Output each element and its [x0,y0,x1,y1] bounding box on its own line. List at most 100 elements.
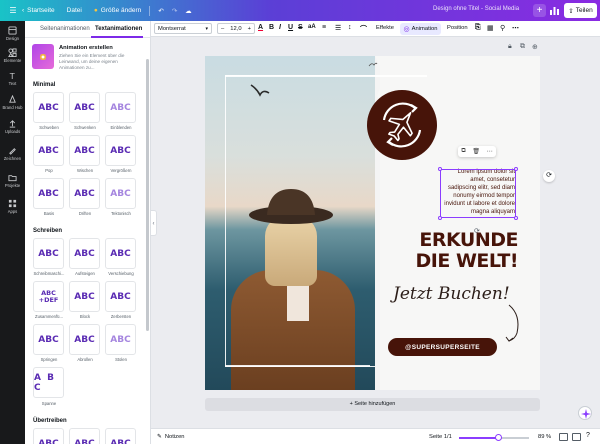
duplicate-page-icon[interactable]: ⧉ [520,43,525,51]
file-menu[interactable]: Datei [67,7,82,14]
resize-button[interactable]: ● Größe ändern [94,7,141,14]
rail-label: Projekte [4,183,21,188]
anim-tile[interactable]: ABC [33,135,64,166]
cloud-save-button[interactable]: ☁ [185,7,192,15]
case-button[interactable]: aA [308,24,316,30]
anim-tile[interactable]: ABC [33,178,64,209]
strikethrough-button[interactable]: S [298,24,303,31]
plus-icon[interactable]: + [248,26,251,32]
rail-item-brand[interactable]: Brand Hub [0,95,25,110]
notes-button[interactable]: ✎ Notizen [157,434,185,440]
zoom-slider[interactable] [459,434,529,441]
collapse-panel-button[interactable]: ‹ [151,210,157,236]
document-title[interactable]: Design ohne Titel - Social Media [433,6,519,12]
anim-tile[interactable]: ABC [33,324,64,355]
zoom-knob[interactable] [494,434,502,441]
trash-icon[interactable]: 🗑︎ [472,148,480,155]
font-size-stepper[interactable]: – 12,0 + [217,23,255,34]
add-page-button[interactable]: + Seite hinzufügen [205,398,540,411]
spacing-icon[interactable]: ↕ [348,24,352,31]
list-icon[interactable]: ☰ [335,24,341,32]
rail-item-apps[interactable]: Apps [0,199,25,214]
more-icon[interactable]: ⋯ [512,24,519,32]
anim-tile[interactable]: ABC [33,92,64,123]
tab-page-animations[interactable]: Seitenanimationen [40,26,90,32]
tile-label: Zerbersten [110,314,132,319]
transparency-icon[interactable]: ▦ [487,24,494,32]
add-page-icon[interactable]: ⊕ [532,43,538,51]
refresh-icon[interactable]: ⟳ [543,170,555,182]
add-collaborator-button[interactable]: + [533,4,546,17]
menu-button[interactable]: ☰ [8,6,18,16]
anim-tile[interactable]: ABC [105,178,136,209]
handle-pill[interactable]: @SUPERSUPERSEITE [388,338,497,356]
notes-label: Notizen [164,434,185,440]
rail-item-elements[interactable]: Elemente [0,48,25,63]
analytics-button[interactable] [549,4,560,17]
font-select[interactable]: Montserrat ▾ [154,23,212,34]
magic-assistant-icon[interactable] [578,406,592,420]
more-icon[interactable]: ⋯ [487,148,493,155]
create-animation-card[interactable]: Animation erstellen Ziehen Sie ein Eleme… [32,44,144,72]
copy-style-icon[interactable]: ⎘ [475,24,481,32]
rail-item-draw[interactable]: Zeichnen [0,146,25,161]
anim-tile[interactable]: ABC [69,178,100,209]
anim-tile[interactable]: ABC [105,238,136,269]
anim-tile[interactable]: ABC [105,135,136,166]
lock-icon[interactable]: 🔒︎ [508,43,512,51]
anim-tile[interactable]: ABC [69,238,100,269]
align-icon[interactable]: ≡ [322,24,326,31]
anim-tile[interactable]: ABC [69,428,100,444]
underline-button[interactable]: U [288,24,293,31]
resize-handle[interactable] [514,167,518,171]
rail-item-design[interactable]: Design [0,26,25,41]
airplane-badge[interactable] [367,90,437,160]
panel-scrollbar[interactable] [146,59,149,331]
script-text[interactable]: Jetzt Buchen! [393,284,513,304]
anim-tile[interactable]: ABC [33,238,64,269]
animation-button[interactable]: ◎ Animation [400,23,441,35]
fullscreen-icon[interactable] [572,433,581,441]
curve-text-icon[interactable]: ⌒ [360,24,367,34]
tile-text: ABC [38,248,59,259]
resize-handle[interactable] [438,216,442,220]
anim-tile[interactable]: ABC [69,281,100,312]
position-button[interactable]: Position [447,25,468,31]
italic-button[interactable]: I [279,24,281,31]
tab-text-animations[interactable]: Textanimationen [95,26,142,32]
anim-tile[interactable]: ABC [105,92,136,123]
divider [149,5,151,16]
redo-button[interactable]: ↷ [172,7,177,15]
resize-handle[interactable] [514,216,518,220]
share-button[interactable]: ⇪ Teilen [564,3,597,18]
anim-tile[interactable]: A B C [33,367,64,398]
rail-item-projects[interactable]: Projekte [0,173,25,188]
anim-tile[interactable]: ABC [105,324,136,355]
anim-tile[interactable]: ABC [69,135,100,166]
grid-view-icon[interactable] [559,433,568,441]
text-color-button[interactable]: A [258,24,263,31]
zoom-value[interactable]: 89 % [538,434,551,440]
tile-label: Block [79,314,91,319]
bold-button[interactable]: B [269,24,274,31]
anim-tile[interactable]: ABC [69,324,100,355]
duplicate-icon[interactable]: ⧉ [461,148,465,155]
anim-tile[interactable]: ABC +DEF [33,281,64,312]
anim-tile[interactable]: ABC [69,92,100,123]
resize-handle[interactable] [438,167,442,171]
effects-button[interactable]: Effekte [376,25,394,31]
undo-button[interactable]: ↶ [158,7,163,15]
anim-tile[interactable]: ABC [105,428,136,444]
rail-item-uploads[interactable]: Uploads [0,119,25,134]
minus-icon[interactable]: – [221,26,224,32]
text-selection-box[interactable] [438,167,518,220]
anim-tile[interactable]: ABC [33,428,64,444]
home-button[interactable]: ‹ Startseite [22,7,55,14]
font-size-value[interactable]: 12,0 [230,26,241,32]
link-icon[interactable]: ⚲ [500,24,505,32]
anim-tile[interactable]: ABC [105,281,136,312]
headline[interactable]: ERKUNDE DIE WELT! [412,230,519,272]
page-counter[interactable]: Seite 1/1 [429,434,452,440]
rail-item-text[interactable]: T Text [0,71,25,86]
help-icon[interactable]: ? [586,432,590,439]
